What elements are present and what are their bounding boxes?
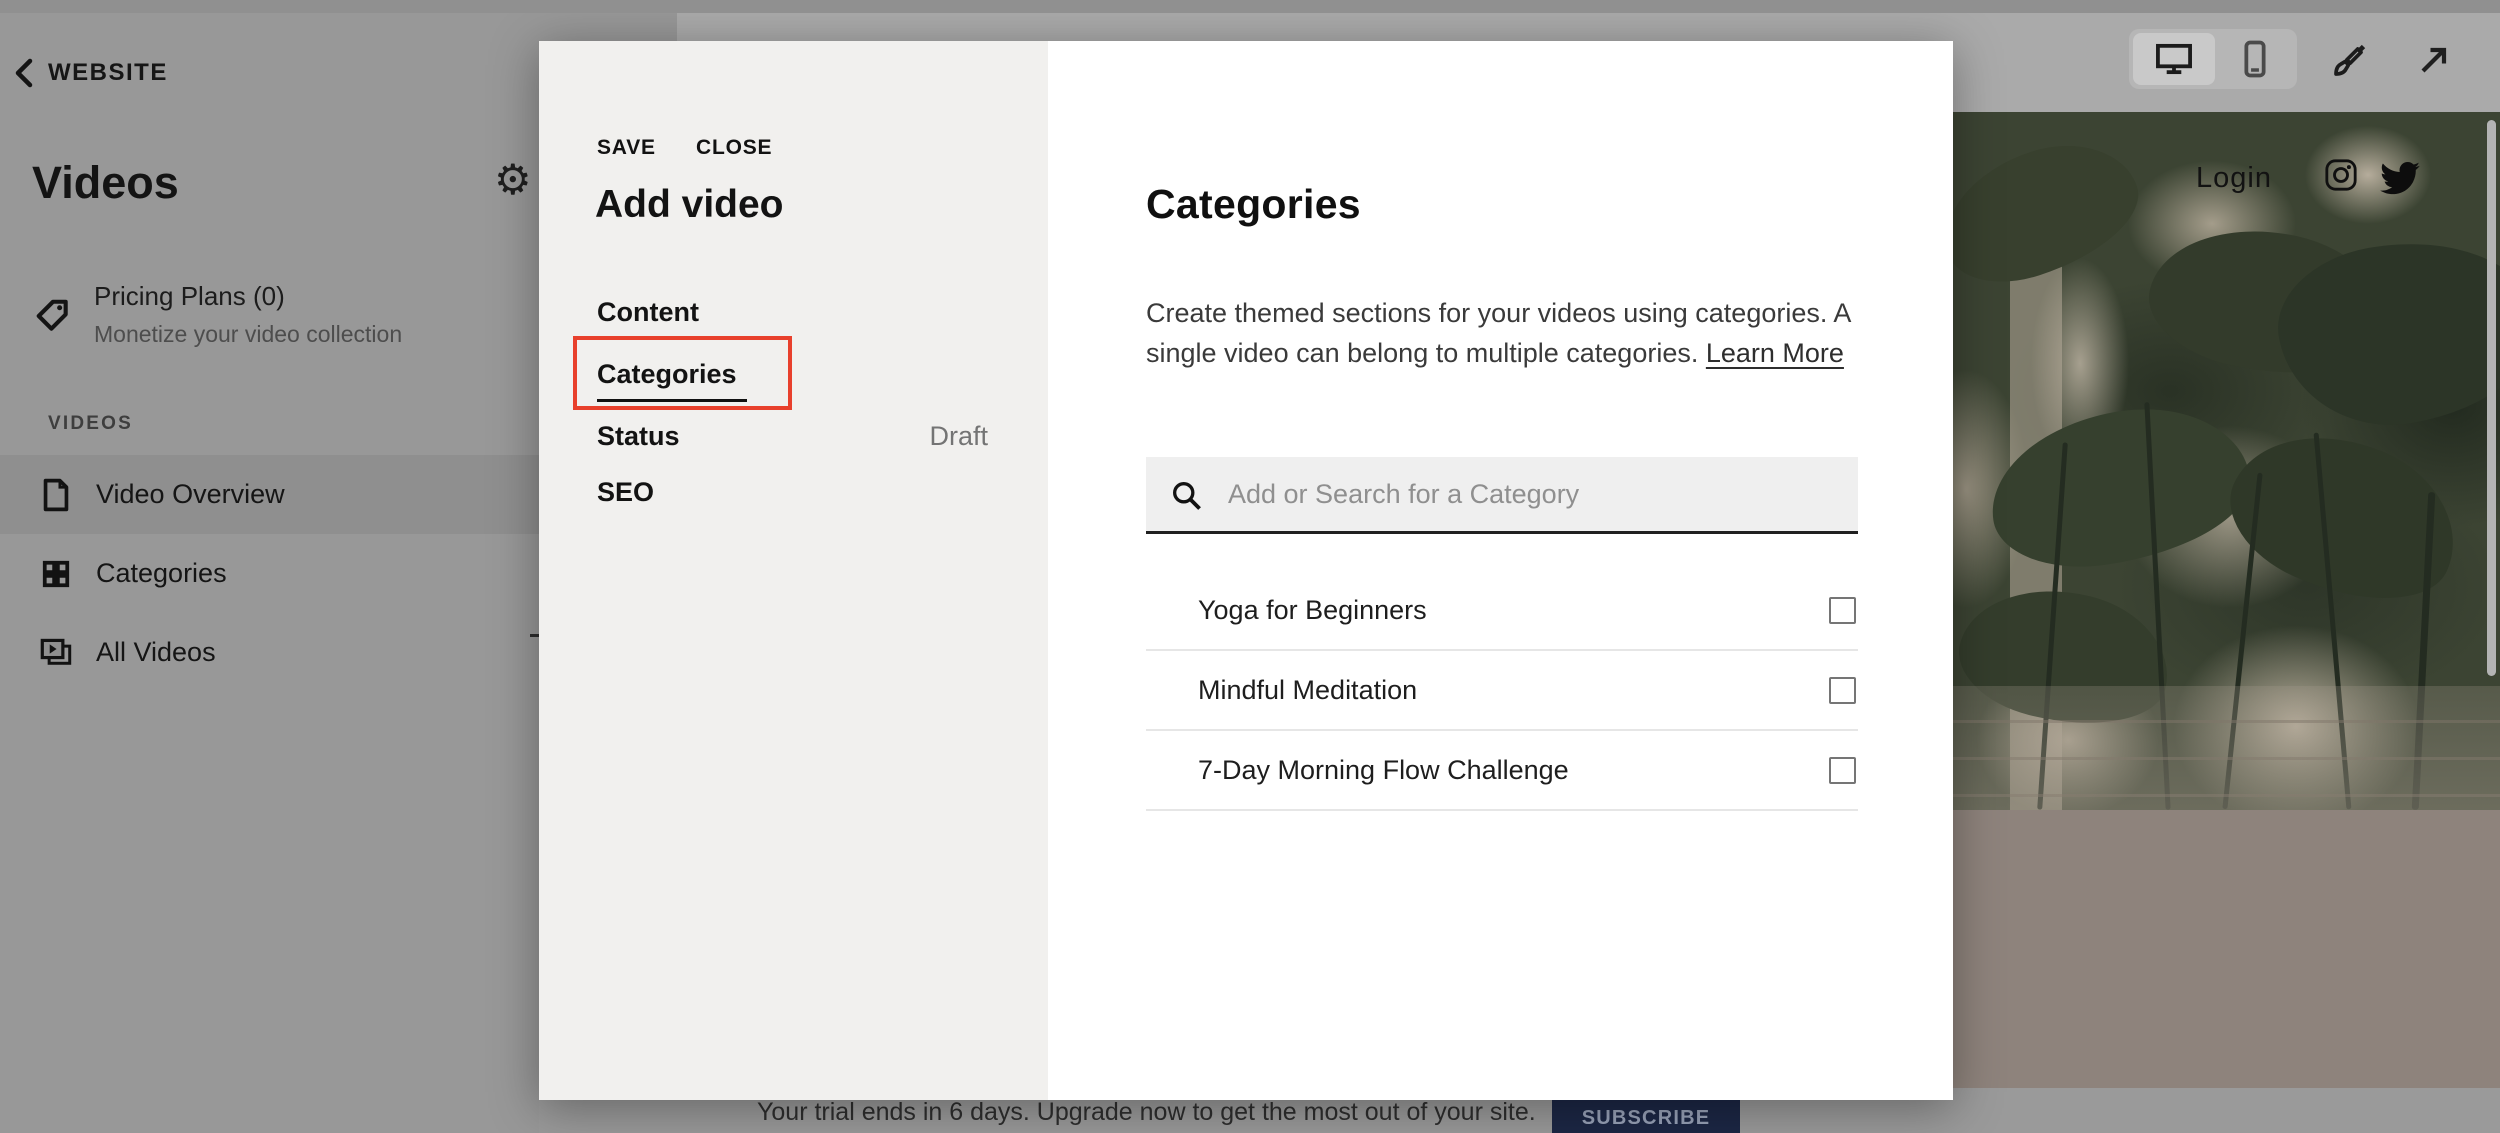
description-line2: single video can belong to multiple cate… — [1146, 338, 1698, 368]
twitter-icon[interactable] — [2380, 162, 2420, 200]
website-hero-image — [1900, 112, 2500, 810]
category-label: Yoga for Beginners — [1198, 595, 1427, 626]
instagram-icon[interactable] — [2324, 158, 2358, 197]
sidebar-item-pricing-plans[interactable]: Pricing Plans (0) Monetize your video co… — [0, 275, 539, 367]
device-toggle-group — [2129, 29, 2297, 89]
sidebar-item-label: Video Overview — [96, 479, 285, 510]
login-link[interactable]: Login — [2196, 162, 2272, 195]
modal-title: Add video — [595, 183, 784, 227]
category-label: 7-Day Morning Flow Challenge — [1198, 755, 1569, 786]
desktop-preview-button[interactable] — [2133, 33, 2215, 85]
category-checkbox[interactable] — [1829, 677, 1856, 704]
panel-title: Categories — [1146, 181, 1361, 228]
pricing-plans-label: Pricing Plans (0) — [94, 281, 285, 312]
category-label: Mindful Meditation — [1198, 675, 1417, 706]
sidebar-section-label: VIDEOS — [48, 413, 133, 435]
category-checkbox[interactable] — [1829, 597, 1856, 624]
modal-menu-content[interactable]: Content — [597, 297, 699, 328]
add-video-modal: SAVE CLOSE Add video Content Categories … — [539, 41, 1953, 1100]
leaf-shape — [2209, 402, 2480, 633]
selected-menu-underline — [597, 399, 747, 402]
pricing-plans-sublabel: Monetize your video collection — [94, 321, 402, 348]
categories-panel: Categories Create themed sections for yo… — [1048, 41, 1953, 1100]
tag-icon — [34, 297, 72, 335]
video-stack-icon — [40, 637, 72, 669]
page-icon — [40, 478, 72, 512]
back-label: WEBSITE — [48, 59, 168, 87]
category-search-input[interactable] — [1146, 457, 1858, 531]
chevron-left-icon — [14, 58, 34, 88]
category-search — [1146, 457, 1858, 534]
category-row[interactable]: Mindful Meditation — [1146, 651, 1858, 731]
app-root: WEBSITE Videos ⚙ Pricing Plans (0) Monet… — [0, 0, 2500, 1133]
desktop-preview-icon — [2155, 42, 2193, 76]
save-button[interactable]: SAVE — [597, 136, 656, 160]
mobile-preview-button[interactable] — [2217, 33, 2293, 85]
sidebar-item-label: Categories — [96, 558, 227, 589]
grid-icon — [40, 559, 72, 589]
category-checkbox[interactable] — [1829, 757, 1856, 784]
page-title: Videos — [32, 157, 179, 209]
modal-menu-categories[interactable]: Categories — [597, 359, 737, 390]
preview-section-block — [1900, 810, 2500, 1088]
back-to-website[interactable]: WEBSITE — [14, 57, 314, 89]
gear-icon[interactable]: ⚙ — [494, 159, 532, 201]
category-row[interactable]: Yoga for Beginners — [1146, 553, 1858, 651]
trellis-wall — [1900, 686, 2500, 810]
description-line1: Create themed sections for your videos u… — [1146, 298, 1851, 328]
subscribe-button[interactable]: SUBSCRIBE — [1552, 1096, 1741, 1133]
category-list: Yoga for Beginners Mindful Meditation 7-… — [1146, 553, 1858, 811]
style-brush-icon[interactable] — [2331, 39, 2371, 84]
preview-site-header: Login — [1900, 156, 2500, 200]
window-top-strip — [0, 0, 2500, 13]
trial-message: Your trial ends in 6 days. Upgrade now t… — [757, 1096, 1536, 1128]
mobile-preview-icon — [2244, 40, 2266, 78]
learn-more-link[interactable]: Learn More — [1706, 338, 1844, 368]
category-row[interactable]: 7-Day Morning Flow Challenge — [1146, 731, 1858, 811]
modal-menu-seo[interactable]: SEO — [597, 477, 654, 508]
modal-menu-pane: SAVE CLOSE Add video Content Categories … — [539, 41, 1048, 1100]
status-value: Draft — [929, 421, 988, 452]
panel-description: Create themed sections for your videos u… — [1146, 293, 1866, 373]
open-site-arrow-icon[interactable] — [2417, 41, 2453, 82]
leaf-shape — [1926, 124, 2153, 300]
sidebar-item-label: All Videos — [96, 637, 216, 668]
preview-scrollbar[interactable] — [2487, 120, 2496, 676]
modal-menu-status[interactable]: Status — [597, 421, 680, 452]
close-button[interactable]: CLOSE — [696, 136, 772, 160]
